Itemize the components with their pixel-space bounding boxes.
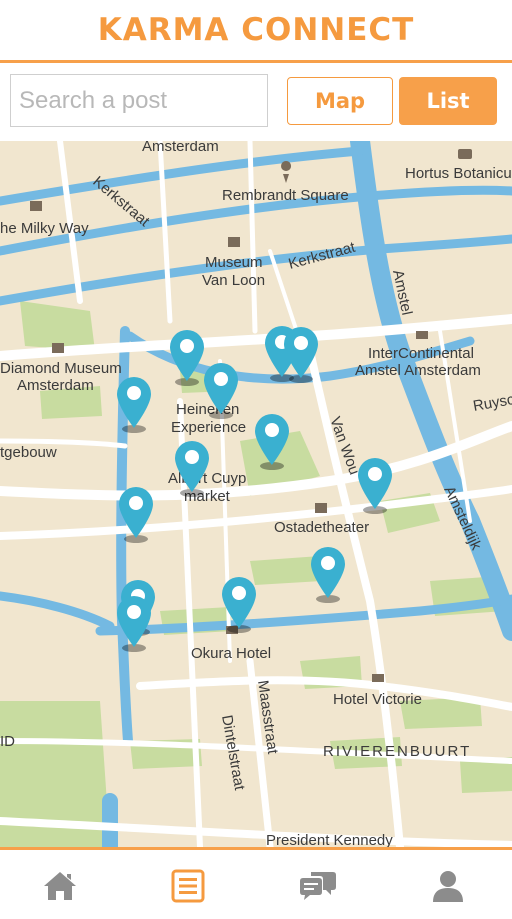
label-diamond-amsterdam: Amsterdam <box>17 377 94 394</box>
post-pin[interactable] <box>114 374 154 434</box>
label-amsterdam-top: Amsterdam <box>142 141 219 155</box>
chat-icon <box>300 872 336 900</box>
home-icon <box>44 872 76 900</box>
hotel-icon <box>416 331 428 339</box>
label-milky-way: he Milky Way <box>0 220 89 237</box>
post-pin[interactable] <box>308 544 348 604</box>
label-ostadetheater: Ostadetheater <box>274 519 369 536</box>
label-amstel-amsterdam: Amstel Amsterdam <box>355 362 481 379</box>
label-van-loon: Van Loon <box>202 272 265 289</box>
label-hortus: Hortus Botanicu <box>405 165 512 182</box>
post-pin[interactable] <box>252 411 292 471</box>
label-president-kennedy: President Kennedy <box>266 832 393 847</box>
map-view-button[interactable]: Map <box>287 77 393 125</box>
nav-profile[interactable] <box>428 866 468 906</box>
nav-chat[interactable] <box>298 866 338 906</box>
label-hotel-victorie: Hotel Victorie <box>333 691 422 708</box>
post-pin[interactable] <box>201 360 241 420</box>
post-pin[interactable] <box>114 593 154 653</box>
map-view[interactable]: Amsterdam Rembrandt Square Hortus Botani… <box>0 141 512 847</box>
search-input[interactable] <box>10 74 268 127</box>
museum-icon-2 <box>52 343 64 353</box>
nav-home[interactable] <box>40 866 80 906</box>
app-title: KARMA CONNECT <box>97 12 415 48</box>
post-pin[interactable] <box>172 438 212 498</box>
hotel-icon-3 <box>372 674 384 682</box>
camera-icon <box>458 149 472 159</box>
post-pin[interactable] <box>281 324 321 384</box>
list-icon <box>171 869 205 903</box>
label-museum: Museum <box>205 254 263 271</box>
theater-icon <box>315 503 327 513</box>
label-experience: Experience <box>171 419 246 436</box>
label-gebouw: tgebouw <box>0 444 57 461</box>
label-zuid: ID <box>0 733 15 750</box>
post-pin[interactable] <box>116 484 156 544</box>
app-header: KARMA CONNECT <box>0 0 512 63</box>
user-icon <box>433 871 463 902</box>
post-pin[interactable] <box>219 574 259 634</box>
label-okura-hotel: Okura Hotel <box>191 645 271 662</box>
label-rembrandt-square: Rembrandt Square <box>222 187 349 204</box>
map-background[interactable]: Amsterdam Rembrandt Square Hortus Botani… <box>0 141 512 847</box>
museum-icon <box>228 237 240 247</box>
label-diamond-museum: Diamond Museum <box>0 360 122 377</box>
label-intercontinental: InterContinental <box>368 345 474 362</box>
label-rivierenbuurt: RIVIERENBUURT <box>323 743 471 760</box>
nav-list[interactable] <box>168 866 208 906</box>
theater-icon-2 <box>30 201 42 211</box>
bottom-navigation <box>0 847 512 919</box>
toolbar: Map List <box>0 63 512 141</box>
post-pin[interactable] <box>355 455 395 515</box>
list-view-button[interactable]: List <box>399 77 497 125</box>
